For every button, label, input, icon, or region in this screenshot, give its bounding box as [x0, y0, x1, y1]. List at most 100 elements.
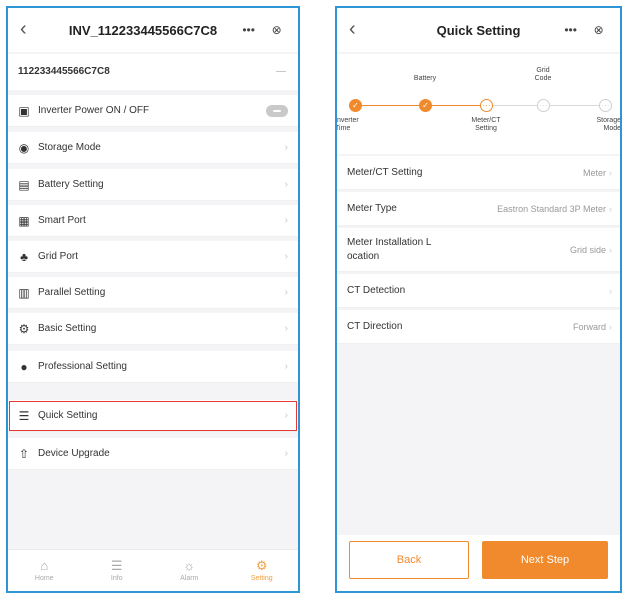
chevron-right-icon: ›	[284, 287, 288, 298]
step-check-icon: ✓	[349, 99, 362, 112]
chevron-right-icon: ›	[284, 251, 288, 262]
setting-item-label: Parallel Setting	[38, 287, 106, 298]
nav-tab-label: Setting	[250, 575, 273, 582]
step-pending-icon: ···	[599, 99, 612, 112]
setting-item-label: Device Upgrade	[38, 448, 110, 459]
setting-item-basic-setting[interactable]: ⚙ Basic Setting ›	[8, 313, 298, 345]
row-value-text: Forward	[572, 321, 606, 332]
row-label: Meter Type	[347, 202, 397, 214]
row-label: Meter Installation L ocation	[347, 236, 432, 262]
row-value-text: Eastron Standard 3P Meter	[497, 203, 606, 214]
step-pending-icon: ···	[537, 99, 550, 112]
row-value: Forward ›	[573, 322, 612, 332]
chevron-right-icon: ›	[284, 448, 288, 459]
mini-program-capsule: ••• ⊗	[234, 19, 290, 41]
setting-item-parallel-setting[interactable]: ▥ Parallel Setting ›	[8, 277, 298, 309]
button-bar: Back Next Step	[337, 535, 620, 591]
setting-item-professional-setting[interactable]: ● Professional Setting ›	[8, 351, 298, 383]
mini-program-capsule: ••• ⊗	[556, 19, 612, 41]
step-connector	[362, 105, 419, 106]
nav-tab-label: Home	[34, 575, 54, 582]
setting-item-battery-setting[interactable]: ▤ Battery Setting ›	[8, 169, 298, 201]
chevron-right-icon: ›	[609, 167, 612, 178]
setting-item-label: Storage Mode	[38, 142, 101, 153]
setting-item-quick-setting[interactable]: ☰ Quick Setting ›	[8, 400, 298, 432]
setting-item-smart-port[interactable]: ▦ Smart Port ›	[8, 205, 298, 237]
sliders-icon: ☰	[18, 408, 30, 423]
step-label: Grid Code	[534, 67, 552, 82]
chevron-right-icon: ›	[609, 285, 612, 296]
row-value: Eastron Standard 3P Meter ›	[497, 204, 612, 214]
page-title: INV_112233445566C7C8	[68, 22, 218, 38]
smart-port-icon: ▦	[18, 213, 30, 228]
row-value: Meter ›	[583, 168, 612, 178]
alarm-icon: ☼	[183, 558, 196, 573]
chevron-right-icon: ›	[609, 321, 612, 332]
info-icon: ☰	[110, 558, 123, 573]
step-connector	[432, 105, 480, 106]
row-ct-detection[interactable]: CT Detection ›	[337, 274, 620, 308]
more-icon[interactable]: •••	[564, 23, 577, 37]
row-meter-ct-setting[interactable]: Meter/CT Setting Meter ›	[337, 156, 620, 190]
setting-item-inverter-power-on-off[interactable]: ▣ Inverter Power ON / OFF	[8, 95, 298, 127]
setting-item-storage-mode[interactable]: ◉ Storage Mode ›	[8, 132, 298, 164]
nav-tab-label: Info	[110, 575, 123, 582]
step-label: Inverter Time	[335, 117, 359, 132]
power-icon: ▣	[18, 103, 30, 118]
header: ‹ INV_112233445566C7C8 ••• ⊗	[8, 8, 298, 52]
nav-tab-setting[interactable]: ⚙ Setting	[226, 550, 299, 591]
setting-item-label: Grid Port	[38, 251, 79, 262]
header: ‹ Quick Setting ••• ⊗	[337, 8, 620, 52]
close-icon[interactable]: ⊗	[594, 23, 604, 37]
quick-setting-screen: ‹ Quick Setting ••• ⊗ ✓ Inverter Time ✓ Bat…	[335, 6, 622, 593]
step-label: Battery	[413, 75, 437, 82]
setting-item-label: Professional Setting	[38, 361, 127, 372]
back-button[interactable]: Back	[349, 541, 469, 579]
grid-tower-icon: ♣	[20, 249, 28, 264]
setting-icon: ⚙	[255, 558, 268, 573]
device-serial: 112233445566C7C8 —	[8, 54, 298, 90]
step-label: Storage Mode	[596, 117, 621, 132]
battery-icon: ▤	[18, 177, 30, 192]
storage-mode-icon: ◉	[18, 140, 30, 155]
row-value-text: Meter	[582, 167, 606, 178]
bottom-nav: ⌂ Home ☰ Info ☼ Alarm ⚙ Setting	[8, 549, 298, 591]
power-toggle[interactable]	[266, 104, 288, 117]
row-label: Meter/CT Setting	[347, 166, 423, 178]
parallel-icon: ▥	[18, 285, 30, 300]
step-connector	[493, 105, 537, 106]
row-value-text: Grid side	[569, 244, 606, 255]
row-value: Grid side ›	[570, 245, 612, 255]
settings-screen: ‹ INV_112233445566C7C8 ••• ⊗ 11223344556…	[6, 6, 300, 593]
chevron-right-icon: ›	[284, 142, 288, 153]
step-check-icon: ✓	[419, 99, 432, 112]
row-ct-direction[interactable]: CT Direction Forward ›	[337, 310, 620, 344]
upgrade-icon: ⇧	[18, 446, 30, 461]
serial-trailing: —	[276, 66, 286, 77]
gear-icon: ⚙	[18, 321, 30, 336]
nav-tab-info[interactable]: ☰ Info	[81, 550, 154, 591]
setting-item-label: Battery Setting	[38, 179, 104, 190]
nav-tab-alarm[interactable]: ☼ Alarm	[153, 550, 226, 591]
setting-item-label: Inverter Power ON / OFF	[38, 105, 150, 116]
professional-icon: ●	[20, 359, 28, 374]
row-label: CT Detection	[347, 284, 406, 296]
row-label: CT Direction	[347, 320, 403, 332]
progress-stepper: ✓ Inverter Time ✓ Battery ··· Meter/CT Settin…	[337, 54, 620, 154]
chevron-right-icon: ›	[284, 361, 288, 372]
step-current-icon: ···	[480, 99, 493, 112]
next-step-button[interactable]: Next Step	[482, 541, 608, 579]
chevron-right-icon: ›	[284, 215, 288, 226]
close-icon[interactable]: ⊗	[272, 23, 282, 37]
home-icon: ⌂	[40, 558, 49, 573]
row-meter-installation-location[interactable]: Meter Installation L ocation Grid side ›	[337, 228, 620, 272]
chevron-right-icon: ›	[609, 244, 612, 255]
row-meter-type[interactable]: Meter Type Eastron Standard 3P Meter ›	[337, 192, 620, 226]
back-icon[interactable]: ‹	[20, 18, 42, 40]
setting-item-label: Basic Setting	[38, 323, 97, 334]
nav-tab-home[interactable]: ⌂ Home	[8, 550, 81, 591]
setting-item-grid-port[interactable]: ♣ Grid Port ›	[8, 241, 298, 273]
more-icon[interactable]: •••	[242, 23, 255, 37]
serial-number: 112233445566C7C8	[18, 66, 110, 77]
setting-item-device-upgrade[interactable]: ⇧ Device Upgrade ›	[8, 438, 298, 470]
